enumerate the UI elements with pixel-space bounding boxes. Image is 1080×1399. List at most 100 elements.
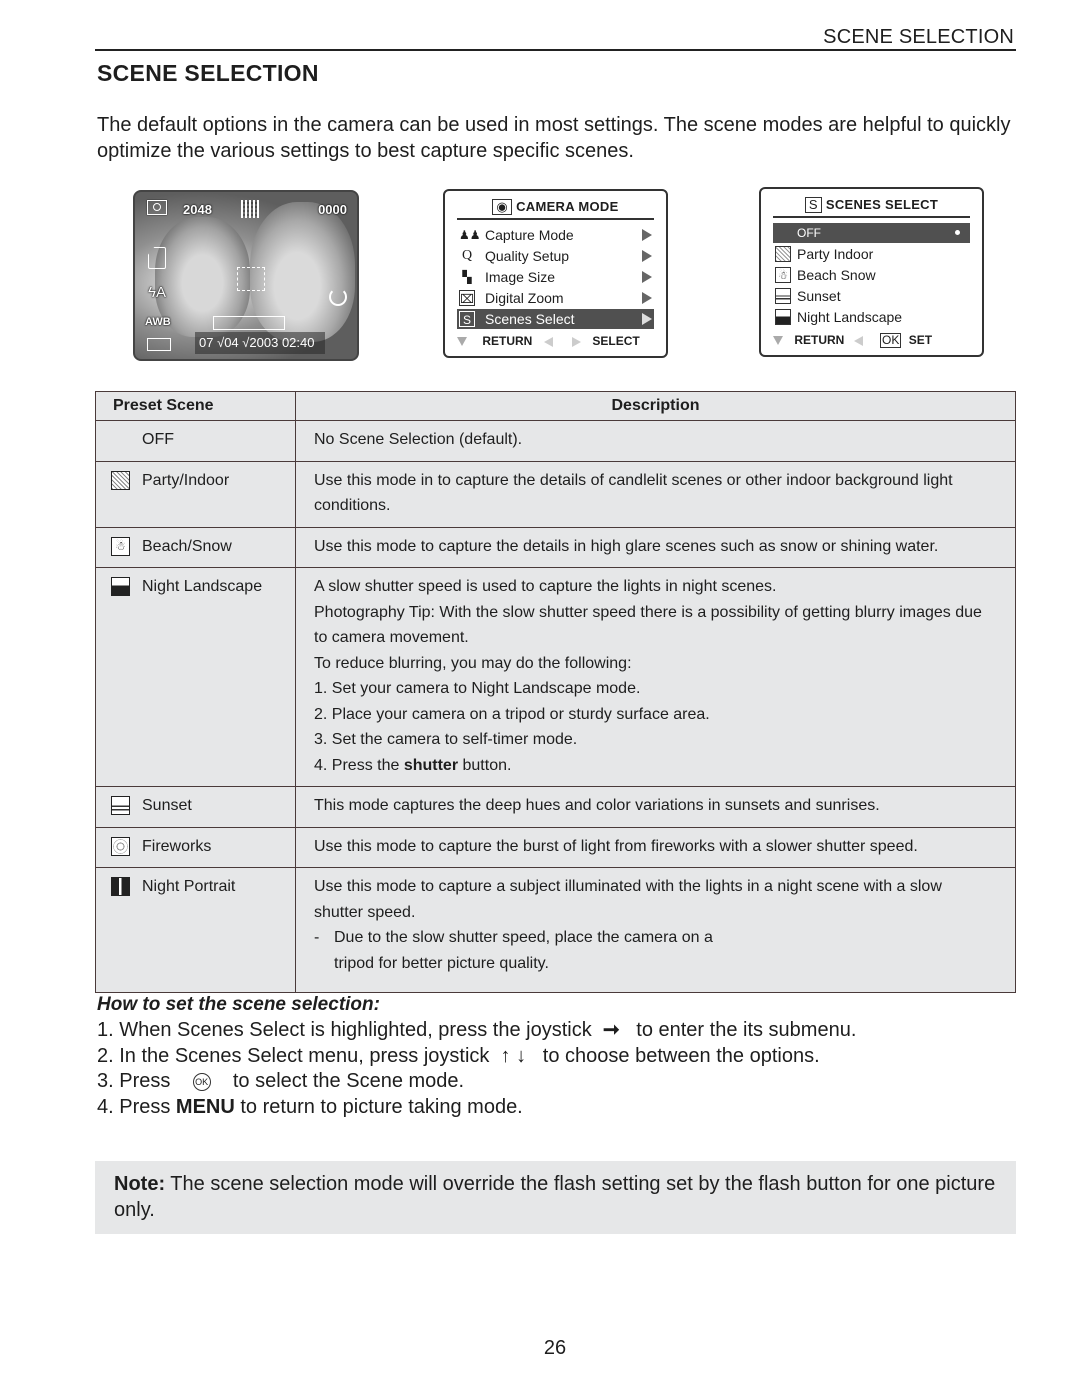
- party-indoor-icon: [111, 470, 130, 490]
- resolution-readout: 2048: [183, 202, 212, 217]
- scene-description: Use this mode in to capture the details …: [314, 471, 953, 515]
- table-row: Night Landscape A slow shutter speed is …: [95, 567, 1016, 787]
- menu-item-capture-mode[interactable]: ♟♟ Capture Mode: [457, 225, 654, 245]
- sunset-icon: [111, 796, 130, 815]
- note-label: Note:: [114, 1173, 166, 1195]
- step-4: 4. Press MENU to return to picture takin…: [97, 1095, 523, 1118]
- night-portrait-icon: [111, 877, 130, 896]
- column-header-description: Description: [295, 391, 1016, 421]
- scenes-icon: S: [459, 311, 475, 327]
- scenes-menu-footer: RETURN OK SET: [773, 331, 970, 349]
- note-box: Note: The scene selection mode will over…: [95, 1161, 1016, 1234]
- camera-mode-title: ◉ CAMERA MODE: [445, 199, 666, 215]
- battery-icon: [147, 338, 171, 351]
- preset-scene-table: Preset Scene Description OFF No Scene Se…: [95, 391, 1016, 993]
- menu-item-digital-zoom[interactable]: ⌧ Digital Zoom: [457, 288, 654, 308]
- table-row: Sunset This mode captures the deep hues …: [95, 786, 1016, 828]
- howto-heading: How to set the scene selection:: [97, 994, 380, 1015]
- return-label: RETURN: [482, 334, 533, 348]
- intro-paragraph: The default options in the camera can be…: [97, 114, 1011, 162]
- scenes-select-title: S SCENES SELECT: [761, 197, 982, 213]
- scene-description: No Scene Selection (default).: [314, 431, 523, 448]
- camera-mode-menu: ◉ CAMERA MODE ♟♟ Capture Mode Q Quality Set…: [443, 189, 668, 358]
- memory-card-icon: [148, 247, 166, 269]
- bullet-note: - Due to the slow shutter speed, place th…: [314, 929, 713, 946]
- scene-description: A slow shutter speed is used to capture …: [314, 578, 777, 595]
- right-arrow-icon: [572, 336, 582, 347]
- lcd-preview: 2048 0000 ϟA AWB 07 √04 √2003 02:40: [133, 190, 359, 361]
- scene-description-line: To reduce blurring, you may do the follo…: [314, 654, 632, 672]
- joystick-right-icon: ➞: [602, 1019, 620, 1041]
- beach-snow-icon: ☃: [775, 267, 791, 283]
- flash-auto-icon: ϟA: [148, 284, 166, 301]
- page-title: SCENE SELECTION: [97, 60, 319, 86]
- digital-zoom-icon: ⌧: [459, 290, 475, 306]
- chevron-right-icon: [642, 271, 652, 283]
- down-arrow-icon: [457, 337, 467, 347]
- column-header-preset-scene: Preset Scene: [95, 391, 296, 421]
- header-rule: [95, 49, 1016, 51]
- menu-item-quality-setup[interactable]: Q Quality Setup: [457, 246, 654, 266]
- camera-icon: [147, 200, 167, 215]
- step-1: 1. When Scenes Select is highlighted, pr…: [97, 1018, 856, 1044]
- quality-icon: Q: [461, 248, 473, 263]
- photography-tip: Photography Tip: With the slow shutter s…: [314, 603, 982, 647]
- scene-option-party-indoor[interactable]: Party Indoor: [773, 244, 970, 264]
- night-landscape-icon: [111, 577, 130, 596]
- table-header-row: Preset Scene Description: [95, 391, 1016, 421]
- table-row: Party/Indoor Use this mode in to capture…: [95, 460, 1016, 528]
- running-head: SCENE SELECTION: [823, 26, 1014, 48]
- howto-steps: 1. When Scenes Select is highlighted, pr…: [97, 1018, 856, 1120]
- tip-step: 2. Place your camera on a tripod or stur…: [314, 705, 710, 723]
- date-time-readout: 07 √04 √2003 02:40: [195, 332, 325, 354]
- chevron-right-icon: [642, 229, 652, 241]
- ok-button-icon: OK: [192, 1073, 211, 1091]
- white-balance-readout: AWB: [145, 316, 171, 328]
- return-label: RETURN: [794, 333, 845, 347]
- scenes-icon: S: [804, 197, 822, 213]
- tip-step: 3. Set the camera to self-timer mode.: [314, 731, 578, 748]
- joystick-up-down-icon: ↑ ↓: [500, 1044, 527, 1067]
- selected-dot-icon: [955, 230, 960, 235]
- left-arrow-icon: [543, 336, 553, 347]
- scene-option-night-landscape[interactable]: Night Landscape: [773, 307, 970, 327]
- scenes-select-menu: S SCENES SELECT OFF Party Indoor ☃ Beach S…: [759, 187, 984, 357]
- left-arrow-icon: [853, 335, 863, 346]
- scene-option-beach-snow[interactable]: ☃ Beach Snow: [773, 265, 970, 285]
- self-timer-icon: [329, 288, 347, 306]
- sunset-icon: [775, 288, 791, 304]
- scene-description: This mode captures the deep hues and col…: [314, 797, 880, 814]
- chevron-right-icon: [642, 313, 652, 325]
- select-label: SELECT: [592, 334, 640, 348]
- camera-icon: ◉: [492, 199, 513, 215]
- fireworks-icon: [111, 836, 130, 856]
- camera-menu-footer: RETURN SELECT: [457, 332, 654, 350]
- party-indoor-icon: [775, 246, 791, 262]
- scene-option-sunset[interactable]: Sunset: [773, 286, 970, 306]
- bullet-note-continued: tripod for better picture quality.: [334, 954, 549, 972]
- night-landscape-icon: [775, 309, 791, 325]
- scene-description: Use this mode to capture the burst of li…: [314, 837, 918, 855]
- chevron-right-icon: [642, 250, 652, 262]
- focus-frame-icon: [237, 267, 265, 291]
- table-row: Fireworks Use this mode to capture the b…: [95, 826, 1016, 868]
- down-arrow-icon: [773, 336, 783, 346]
- image-size-grid-icon: [241, 200, 259, 218]
- scene-name: OFF: [142, 431, 174, 448]
- table-row: Night Portrait Use this mode to capture …: [95, 867, 1016, 993]
- tip-step: 4. Press the shutter button.: [314, 756, 512, 774]
- beach-snow-icon: ☃: [111, 536, 130, 556]
- set-label: SET: [908, 333, 933, 347]
- scene-option-off[interactable]: OFF: [773, 223, 970, 243]
- menu-item-image-size[interactable]: ▚ Image Size: [457, 267, 654, 287]
- note-text: The scene selection mode will override t…: [114, 1173, 996, 1221]
- image-size-icon: ▚: [462, 270, 472, 284]
- menu-item-scenes-select[interactable]: S Scenes Select: [457, 309, 654, 329]
- tip-step: 1. Set your camera to Night Landscape mo…: [314, 680, 641, 697]
- page-number: 26: [543, 1337, 567, 1359]
- step-3: 3. Press OK to select the Scene mode.: [97, 1070, 465, 1092]
- zoom-bar-icon: [213, 316, 285, 330]
- scene-description: Use this mode to capture the details in …: [314, 537, 939, 555]
- chevron-right-icon: [642, 292, 652, 304]
- scene-description: Use this mode to capture a subject illum…: [314, 878, 942, 921]
